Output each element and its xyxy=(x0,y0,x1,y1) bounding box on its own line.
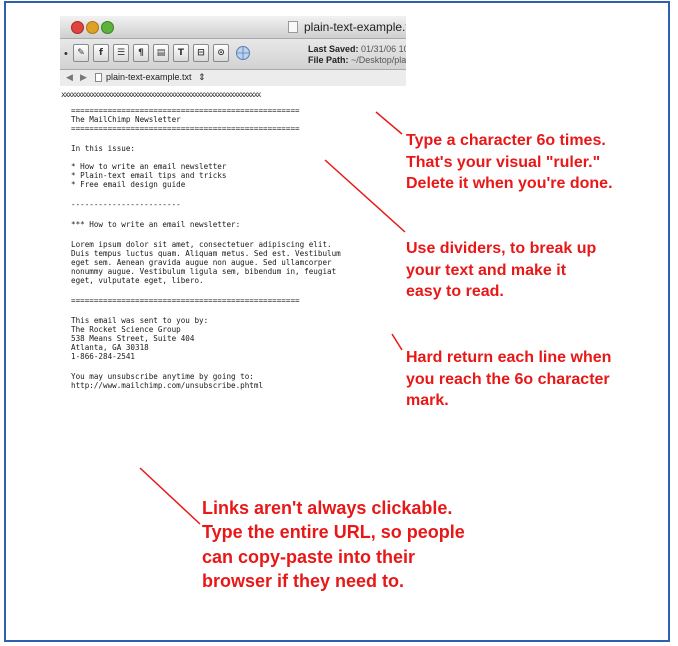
annotation-line: mark. xyxy=(406,392,449,410)
annotation-dividers: Use dividers, to break up your text and … xyxy=(406,240,596,305)
leader-line-hard-return xyxy=(391,333,403,351)
annotation-line: you reach the 6o character xyxy=(406,370,610,388)
annotation-ruler: Type a character 6o times. That's your v… xyxy=(406,132,613,197)
annotation-line: Use dividers, to break up xyxy=(406,240,597,257)
annotation-line: your text and make it xyxy=(406,261,567,279)
annotation-line: Links aren't always clickable. xyxy=(202,498,453,518)
leader-line-dividers xyxy=(324,159,406,233)
annotation-line: Delete it when you're done. xyxy=(406,175,613,193)
annotation-hard-return: Hard return each line when you reach the… xyxy=(406,349,611,414)
annotation-line: Type a character 6o times. xyxy=(406,132,606,149)
annotation-line: browser if they need to. xyxy=(202,570,405,591)
annotation-line: Hard return each line when xyxy=(406,349,612,366)
annotation-line: easy to read. xyxy=(406,283,504,301)
leader-line-ruler xyxy=(375,111,403,135)
leader-line-links xyxy=(139,467,201,525)
annotation-line: Type the entire URL, so people xyxy=(202,522,465,543)
annotation-line: That's your visual "ruler." xyxy=(406,153,601,171)
annotation-links: Links aren't always clickable. Type the … xyxy=(202,498,465,595)
annotation-line: can copy-paste into their xyxy=(202,546,416,567)
